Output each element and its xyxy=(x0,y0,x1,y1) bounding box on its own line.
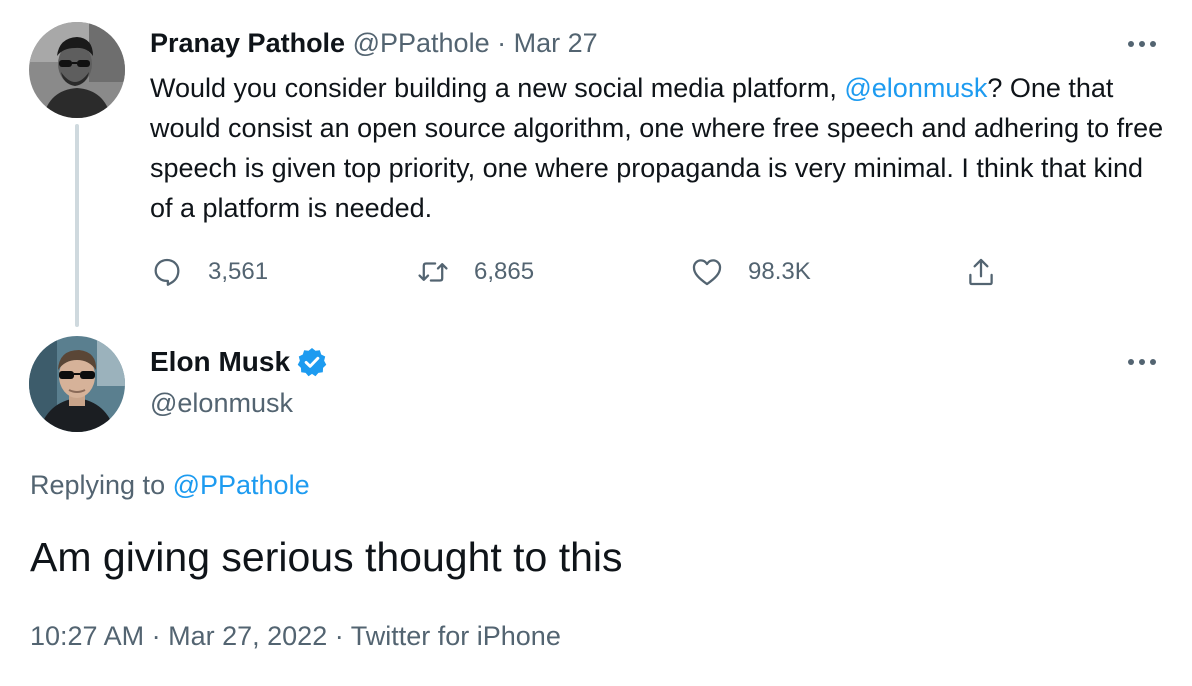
tweet1-text-part1: Would you consider building a new social… xyxy=(150,73,845,103)
reply-count: 3,561 xyxy=(208,258,269,285)
tweet2-metadata: 10:27 AM · Mar 27, 2022 · Twitter for iP… xyxy=(30,619,561,653)
share-icon xyxy=(969,258,993,286)
tweet2-time[interactable]: 10:27 AM xyxy=(30,621,144,651)
profile-photo-icon xyxy=(29,336,125,432)
like-button[interactable]: 98.3K xyxy=(690,252,811,292)
tweet1-text: Would you consider building a new social… xyxy=(150,68,1170,228)
meta-separator-1: · xyxy=(151,621,161,651)
pranay-avatar[interactable] xyxy=(29,22,125,118)
replying-to-handle-link[interactable]: @PPathole xyxy=(173,470,310,500)
more-options-icon xyxy=(1128,359,1156,365)
tweet2-handle[interactable]: @elonmusk xyxy=(150,386,293,420)
tweet2-name-row: Elon Musk xyxy=(150,344,328,380)
elon-avatar[interactable] xyxy=(29,336,125,432)
tweet1-header: Pranay Pathole @PPathole · Mar 27 xyxy=(150,27,598,59)
retweet-count: 6,865 xyxy=(474,258,535,285)
tweet2-more-button[interactable] xyxy=(1122,350,1162,374)
tweet1-mention-link[interactable]: @elonmusk xyxy=(844,73,987,103)
more-options-icon xyxy=(1128,41,1156,47)
verified-badge-icon xyxy=(297,348,327,377)
tweet2-source: Twitter for iPhone xyxy=(350,621,561,651)
like-count: 98.3K xyxy=(748,258,811,285)
replying-to-line: Replying to @PPathole xyxy=(30,468,310,502)
meta-separator-2: · xyxy=(334,621,344,651)
thread-connector-line xyxy=(75,124,79,327)
tweet2-display-name[interactable]: Elon Musk xyxy=(150,344,290,380)
reply-icon xyxy=(154,258,180,286)
tweet1-handle[interactable]: @PPathole xyxy=(353,28,490,58)
tweet1-date[interactable]: Mar 27 xyxy=(514,28,598,58)
profile-photo-icon xyxy=(29,22,125,118)
tweet1-more-button[interactable] xyxy=(1122,32,1162,56)
retweet-icon xyxy=(418,262,448,282)
heart-icon xyxy=(692,259,722,286)
retweet-button[interactable]: 6,865 xyxy=(416,252,534,292)
share-button[interactable] xyxy=(964,252,998,292)
tweet1-separator: · xyxy=(497,28,507,58)
verified-badge xyxy=(296,346,328,378)
tweet2-date[interactable]: Mar 27, 2022 xyxy=(168,621,327,651)
reply-button[interactable]: 3,561 xyxy=(150,252,268,292)
tweet2-text: Am giving serious thought to this xyxy=(30,534,623,580)
replying-to-prefix: Replying to xyxy=(30,470,173,500)
tweet1-display-name[interactable]: Pranay Pathole xyxy=(150,28,345,58)
tweet-thread: Pranay Pathole @PPathole · Mar 27 Would … xyxy=(0,0,1192,686)
